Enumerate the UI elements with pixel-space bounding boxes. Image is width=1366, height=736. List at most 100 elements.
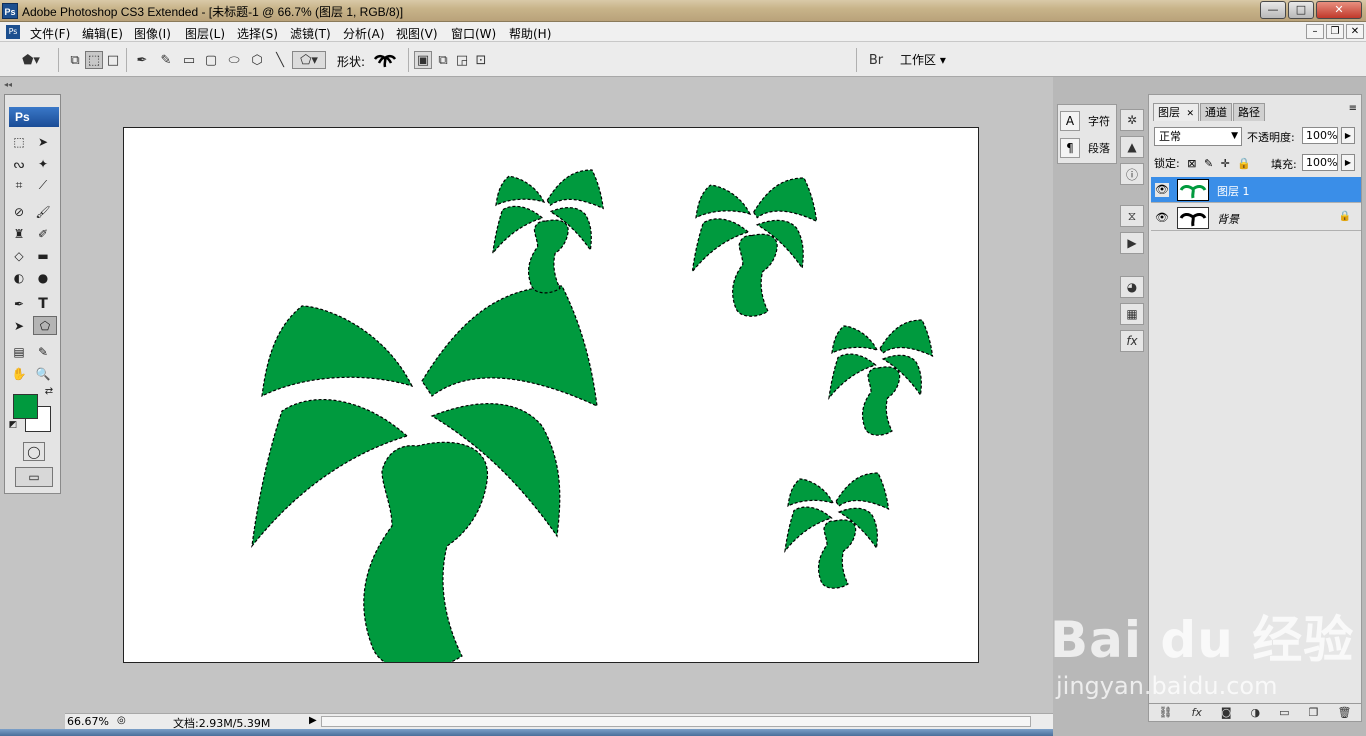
horizontal-scrollbar[interactable]	[321, 716, 1031, 727]
maximize-button[interactable]: □	[1288, 1, 1314, 19]
fill-slider-arrow-icon[interactable]: ▶	[1341, 154, 1355, 171]
fill-pixels-icon[interactable]: □	[104, 51, 122, 69]
magic-wand-tool-icon[interactable]: ✦	[33, 154, 53, 173]
visibility-eye-icon[interactable]: 👁	[1155, 211, 1169, 225]
slice-tool-icon[interactable]: ⟋	[33, 176, 53, 195]
panel-menu-icon[interactable]: ≡	[1349, 103, 1357, 114]
pen-tool-icon[interactable]: ✒	[9, 294, 29, 313]
tab-layers[interactable]: 图层 ✕	[1153, 103, 1200, 121]
brush-tool-icon[interactable]: 🖌	[33, 202, 53, 221]
dodge-tool-icon[interactable]: ●	[33, 268, 53, 287]
new-layer-icon[interactable]: ❐	[1309, 706, 1319, 719]
mask-icon[interactable]: ◙	[1221, 706, 1232, 719]
swatches-icon[interactable]: ▦	[1120, 303, 1144, 325]
layer-name[interactable]: 图层 1	[1217, 183, 1250, 199]
histogram-icon[interactable]: ▲	[1120, 136, 1144, 158]
add-mode-icon[interactable]: ⧉	[434, 51, 452, 69]
doc-close-button[interactable]: ✕	[1346, 24, 1364, 39]
close-button[interactable]: ✕	[1316, 1, 1362, 19]
line-icon[interactable]: ╲	[271, 51, 289, 69]
minimize-button[interactable]: —	[1260, 1, 1286, 19]
info-icon[interactable]: ⓘ	[1120, 163, 1144, 185]
doc-minimize-button[interactable]: –	[1306, 24, 1324, 39]
lock-pixels-icon[interactable]: ✎	[1204, 157, 1213, 170]
marquee-tool-icon[interactable]: ⬚	[9, 132, 29, 151]
gradient-tool-icon[interactable]: ▬	[33, 246, 53, 265]
quick-mask-icon[interactable]: ◯	[23, 442, 45, 461]
visibility-eye-icon[interactable]: 👁	[1155, 183, 1169, 197]
styles-icon[interactable]: fx	[1120, 330, 1144, 352]
tab-close-icon[interactable]: ✕	[1187, 109, 1195, 119]
menu-analysis[interactable]: 分析(A)	[343, 25, 385, 42]
tab-paths[interactable]: 路径	[1233, 103, 1266, 121]
custom-shape-icon[interactable]: ⬠▾	[292, 51, 326, 69]
intersect-mode-icon[interactable]: ⊡	[472, 51, 490, 69]
palm-tree-shape-icon[interactable]	[368, 51, 402, 69]
rounded-rect-icon[interactable]: ▢	[202, 51, 220, 69]
toolbox-collapse-icon[interactable]: ◂◂	[4, 80, 12, 89]
document-canvas[interactable]	[123, 127, 979, 663]
lasso-tool-icon[interactable]: ᔓ	[9, 154, 29, 173]
group-icon[interactable]: ▭	[1279, 706, 1289, 719]
menu-layer[interactable]: 图层(L)	[185, 25, 225, 42]
menu-view[interactable]: 视图(V)	[396, 25, 438, 42]
notes-tool-icon[interactable]: ▤	[9, 342, 29, 361]
history-brush-tool-icon[interactable]: ✐	[33, 224, 53, 243]
zoom-tool-icon[interactable]: 🔍	[33, 364, 53, 383]
color-icon[interactable]: ◕	[1120, 276, 1144, 298]
swap-colors-icon[interactable]: ⇄	[43, 385, 55, 397]
actions-icon[interactable]: ▶	[1120, 232, 1144, 254]
character-panel-button[interactable]: A 字符	[1060, 109, 1116, 133]
paths-icon[interactable]: ⬚	[85, 51, 103, 69]
menu-select[interactable]: 选择(S)	[237, 25, 278, 42]
rectangle-icon[interactable]: ▭	[180, 51, 198, 69]
bridge-icon[interactable]: Br	[864, 51, 888, 69]
trash-icon[interactable]: 🗑	[1337, 706, 1351, 719]
menu-window[interactable]: 窗口(W)	[451, 25, 496, 42]
lock-all-icon[interactable]: 🔒	[1237, 157, 1251, 170]
default-colors-icon[interactable]: ◩	[7, 419, 19, 431]
doc-restore-button[interactable]: ❐	[1326, 24, 1344, 39]
zoom-level[interactable]: 66.67%	[67, 715, 109, 728]
foreground-color-swatch[interactable]	[13, 394, 38, 419]
blend-mode-select[interactable]: 正常 ▼	[1154, 127, 1242, 146]
fill-field[interactable]: 100%	[1302, 154, 1338, 171]
layer-row[interactable]: 👁 图层 1	[1151, 177, 1361, 203]
lock-position-icon[interactable]: ✛	[1221, 157, 1230, 170]
status-arrow-icon[interactable]: ▶	[309, 715, 317, 726]
shape-tool-icon[interactable]: ⬟▾	[16, 51, 46, 69]
polygon-icon[interactable]: ⬡	[248, 51, 266, 69]
move-tool-icon[interactable]: ➤	[33, 132, 53, 151]
ellipse-icon[interactable]: ⬭	[225, 51, 243, 69]
eyedropper-tool-icon[interactable]: ✎	[33, 342, 53, 361]
healing-brush-tool-icon[interactable]: ⊘	[9, 202, 29, 221]
clone-stamp-tool-icon[interactable]: ♜	[9, 224, 29, 243]
status-menu-icon[interactable]: ◎	[117, 715, 126, 726]
navigator-icon[interactable]: ✲	[1120, 109, 1144, 131]
lock-transparency-icon[interactable]: ⊠	[1187, 157, 1196, 170]
shape-layers-icon[interactable]: ⧉	[66, 51, 84, 69]
menu-image[interactable]: 图像(I)	[134, 25, 171, 42]
opacity-field[interactable]: 100%	[1302, 127, 1338, 144]
menu-file[interactable]: 文件(F)	[30, 25, 70, 42]
subtract-mode-icon[interactable]: ◲	[453, 51, 471, 69]
custom-shape-tool-icon[interactable]: ⬠	[33, 316, 57, 335]
freeform-pen-icon[interactable]: ✎	[157, 51, 175, 69]
paragraph-panel-button[interactable]: ¶ 段落	[1060, 136, 1116, 160]
hand-tool-icon[interactable]: ✋	[9, 364, 29, 383]
menu-help[interactable]: 帮助(H)	[509, 25, 551, 42]
adjustment-icon[interactable]: ◑	[1251, 706, 1261, 719]
blur-tool-icon[interactable]: ◐	[9, 268, 29, 287]
pen-icon[interactable]: ✒	[133, 51, 151, 69]
layer-name[interactable]: 背景	[1217, 211, 1239, 227]
eraser-tool-icon[interactable]: ◇	[9, 246, 29, 265]
screen-mode-icon[interactable]: ▭	[15, 467, 53, 487]
layer-row[interactable]: 👁 背景 🔒	[1151, 205, 1361, 231]
opacity-slider-arrow-icon[interactable]: ▶	[1341, 127, 1355, 144]
new-layer-mode-icon[interactable]: ▣	[414, 51, 432, 69]
history-icon[interactable]: ⧖	[1120, 205, 1144, 227]
crop-tool-icon[interactable]: ⌗	[9, 176, 29, 195]
link-icon[interactable]: ⛓	[1159, 706, 1173, 719]
tab-channels[interactable]: 通道	[1200, 103, 1233, 121]
path-select-tool-icon[interactable]: ➤	[9, 316, 29, 335]
